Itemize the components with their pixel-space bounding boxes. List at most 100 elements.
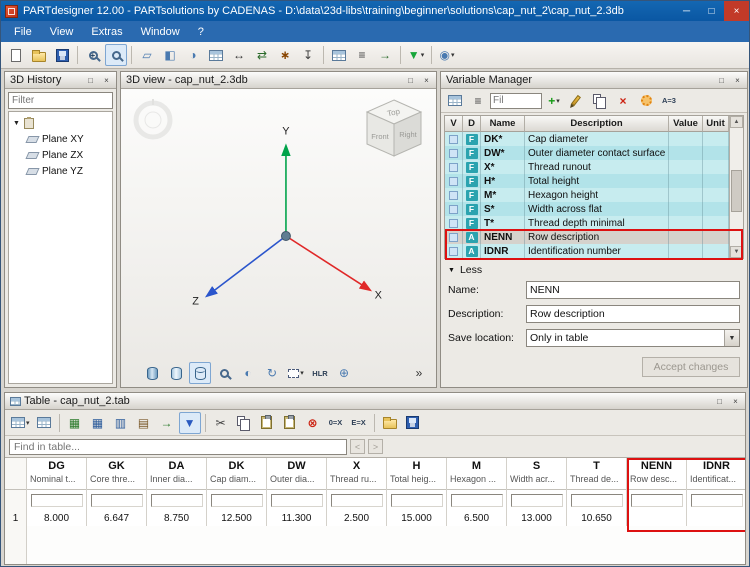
- export-button[interactable]: →: [374, 44, 396, 66]
- column-value[interactable]: 8.000: [27, 510, 86, 526]
- copy-button[interactable]: [233, 412, 255, 434]
- float-panel-icon[interactable]: □: [715, 74, 728, 87]
- checkbox-icon[interactable]: [449, 204, 458, 214]
- column-value[interactable]: 11.300: [267, 510, 326, 526]
- expand-caret-icon[interactable]: ▼: [13, 120, 20, 127]
- variable-row-x[interactable]: F X* Thread runout: [445, 160, 729, 174]
- display-wireframe-button[interactable]: [189, 362, 211, 384]
- extrude-button[interactable]: ◧: [159, 44, 181, 66]
- column-value[interactable]: 15.000: [387, 510, 446, 526]
- selection-mode-button[interactable]: ▾: [285, 362, 307, 384]
- part-table-button[interactable]: [328, 44, 350, 66]
- delete-cells-button[interactable]: ⊗: [302, 412, 324, 434]
- menu-item-file[interactable]: File: [5, 23, 41, 41]
- float-panel-icon[interactable]: □: [713, 395, 726, 408]
- close-panel-icon[interactable]: ×: [731, 74, 744, 87]
- column-value[interactable]: 13.000: [507, 510, 566, 526]
- expression-check-button[interactable]: E=X: [348, 412, 370, 434]
- save-table-button[interactable]: [402, 412, 424, 434]
- edit-variable-button[interactable]: [566, 90, 588, 112]
- table-generate-button[interactable]: [33, 412, 55, 434]
- dimension-button[interactable]: ↔: [228, 44, 250, 66]
- column-header[interactable]: T Thread de...: [567, 458, 626, 490]
- orientation-cube[interactable]: Top Front Right: [362, 97, 426, 161]
- column-header[interactable]: DA Inner dia...: [147, 458, 206, 490]
- column-filter-box[interactable]: [510, 493, 563, 507]
- column-header-name[interactable]: Name: [481, 116, 525, 132]
- copy-variable-button[interactable]: [589, 90, 611, 112]
- variable-table-button[interactable]: [205, 44, 227, 66]
- save-button[interactable]: [51, 44, 73, 66]
- checkbox-icon[interactable]: [449, 218, 458, 228]
- sketch-button[interactable]: ▱: [136, 44, 158, 66]
- variables-grid-view-button[interactable]: [444, 90, 466, 112]
- variable-row-idnr[interactable]: A IDNR Identification number: [445, 244, 729, 258]
- zoom-window-button[interactable]: [105, 44, 127, 66]
- menu-item-window[interactable]: Window: [132, 23, 189, 41]
- float-panel-icon[interactable]: □: [404, 74, 417, 87]
- column-value[interactable]: [627, 510, 686, 526]
- checkbox-icon[interactable]: [449, 232, 458, 242]
- connection-button[interactable]: ◉ ▾: [436, 44, 458, 66]
- zero-value-check-button[interactable]: 0=X: [325, 412, 347, 434]
- list-view-button[interactable]: ≡: [351, 44, 373, 66]
- accept-changes-button[interactable]: Accept changes: [642, 357, 740, 377]
- close-panel-icon[interactable]: ×: [100, 74, 113, 87]
- paste-special-button[interactable]: [279, 412, 301, 434]
- variable-filter-input[interactable]: [490, 92, 542, 109]
- attach-button[interactable]: ↧: [297, 44, 319, 66]
- column-header-description[interactable]: Description: [525, 116, 669, 132]
- add-variable-button[interactable]: + ▾: [543, 90, 565, 112]
- menu-item-help[interactable]: ?: [189, 23, 213, 41]
- variable-row-m[interactable]: F M* Hexagon height: [445, 188, 729, 202]
- variables-list-view-button[interactable]: ≡: [467, 90, 489, 112]
- insert-row-below-button[interactable]: ▦: [87, 412, 109, 434]
- column-header[interactable]: DK Cap diam...: [207, 458, 266, 490]
- maximize-button[interactable]: □: [699, 1, 724, 21]
- column-value[interactable]: 2.500: [327, 510, 386, 526]
- variable-row-t[interactable]: F T* Thread depth minimal: [445, 216, 729, 230]
- column-header-unit[interactable]: Unit: [703, 116, 729, 132]
- column-value[interactable]: [687, 510, 745, 526]
- paste-button[interactable]: [256, 412, 278, 434]
- insert-column-button[interactable]: ▥: [110, 412, 132, 434]
- column-value[interactable]: 8.750: [147, 510, 206, 526]
- menu-item-view[interactable]: View: [41, 23, 83, 41]
- scrollbar-thumb[interactable]: [731, 170, 742, 212]
- column-header[interactable]: DW Outer dia...: [267, 458, 326, 490]
- display-shaded-button[interactable]: [165, 362, 187, 384]
- minimize-button[interactable]: ─: [674, 1, 699, 21]
- less-toggle[interactable]: ▼ Less: [441, 259, 747, 278]
- menu-item-extras[interactable]: Extras: [82, 23, 131, 41]
- tree-item-plane-xy[interactable]: Plane XY: [9, 131, 112, 147]
- column-header[interactable]: DG Nominal t...: [27, 458, 86, 490]
- column-value[interactable]: 12.500: [207, 510, 266, 526]
- column-filter-box[interactable]: [270, 493, 323, 507]
- column-value[interactable]: 6.647: [87, 510, 146, 526]
- rotate-view-button[interactable]: ↻: [261, 362, 283, 384]
- column-filter-box[interactable]: [450, 493, 503, 507]
- find-in-table-input[interactable]: [9, 438, 347, 455]
- variable-row-s[interactable]: F S* Width across flat: [445, 202, 729, 216]
- sort-descending-button[interactable]: ▼: [178, 411, 201, 434]
- variable-row-nenn[interactable]: A NENN Row description: [445, 230, 729, 244]
- zoom-fit-button[interactable]: [213, 362, 235, 384]
- scroll-down-icon[interactable]: ▼: [730, 246, 743, 258]
- exchange-button[interactable]: ⇄: [251, 44, 273, 66]
- insert-row-above-button[interactable]: ▦: [64, 412, 86, 434]
- chevron-down-icon[interactable]: ▼: [724, 330, 739, 346]
- column-header[interactable]: GK Core thre...: [87, 458, 146, 490]
- column-header[interactable]: H Total heig...: [387, 458, 446, 490]
- tree-root[interactable]: ▼: [9, 115, 112, 131]
- auto-dimension-button[interactable]: A=3: [658, 90, 680, 112]
- shading-button[interactable]: ◐: [237, 362, 259, 384]
- mesh-display-button[interactable]: ⊕: [333, 362, 355, 384]
- hidden-line-button[interactable]: HLR: [309, 362, 331, 384]
- column-header-d[interactable]: D: [463, 116, 481, 132]
- save-location-select[interactable]: Only in table ▼: [526, 329, 740, 347]
- column-filter-box[interactable]: [150, 493, 203, 507]
- column-filter-box[interactable]: [210, 493, 263, 507]
- close-panel-icon[interactable]: ×: [729, 395, 742, 408]
- variable-row-dk[interactable]: F DK* Cap diameter: [445, 132, 729, 146]
- row-operations-button[interactable]: ▤: [133, 412, 155, 434]
